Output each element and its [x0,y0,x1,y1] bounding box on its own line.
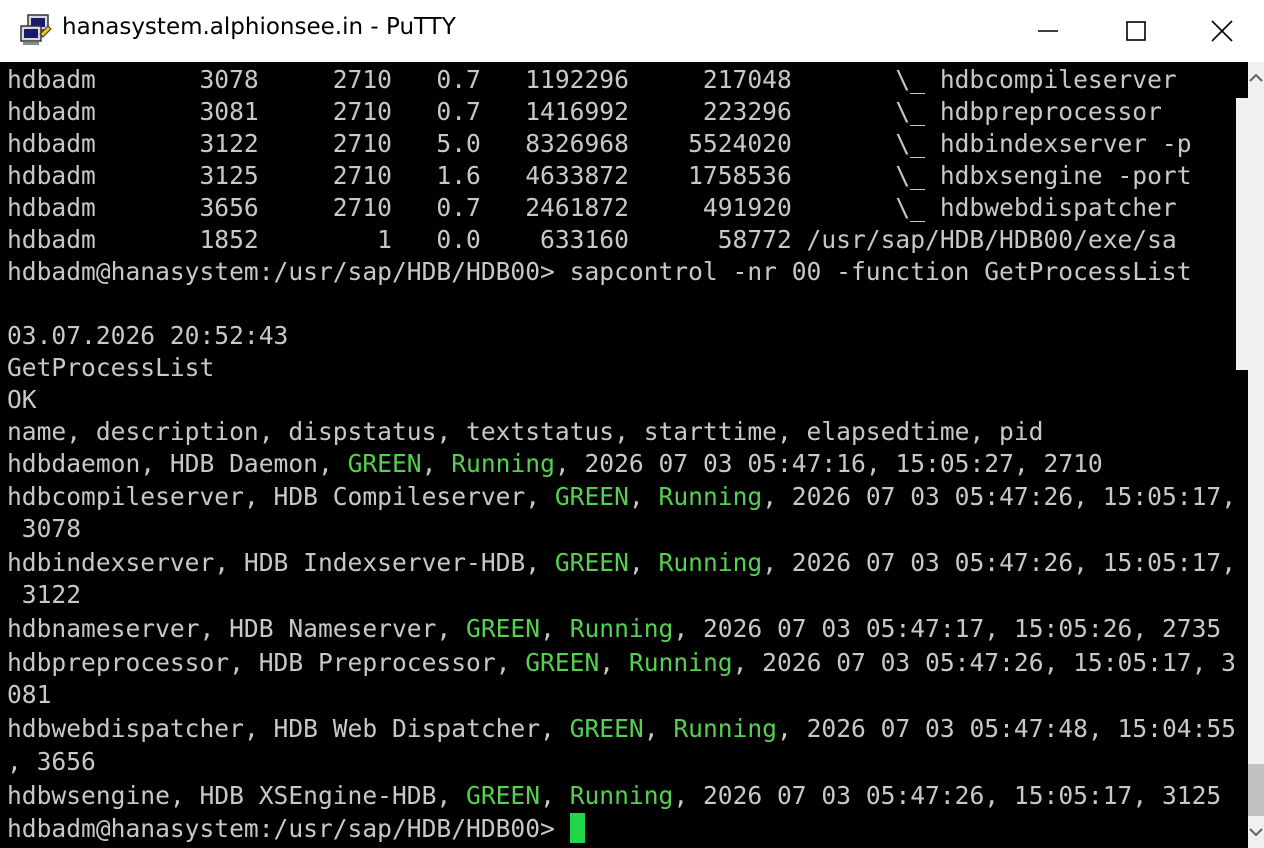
title-bar[interactable]: hanasystem.alphionsee.in - PuTTY [0,0,1264,62]
minimize-button[interactable] [1004,0,1092,62]
process-times: , 2026 07 03 05:47:16, 15:05:27, 2710 [554,449,1103,478]
minimize-icon [1038,30,1058,32]
putty-icon[interactable] [18,12,54,48]
separator: , [540,614,570,643]
dispstatus: GREEN [525,648,600,677]
terminal-line: hdbadm 1852 1 0.0 633160 58772 /usr/sap/… [7,225,1177,254]
process-info: hdbpreprocessor, HDB Preprocessor, [7,648,526,677]
process-row-wrap: 081 [7,680,52,709]
textstatus: Running [451,449,555,478]
scroll-up-button[interactable] [1248,66,1264,90]
process-row-wrap: 3122 [7,580,82,609]
dispstatus: GREEN [347,449,422,478]
process-info: hdbnameserver, HDB Nameserver, [7,614,467,643]
terminal-line: hdbadm 3656 2710 0.7 2461872 491920 \_ h… [7,193,1177,222]
separator: , [628,548,659,577]
dispstatus: GREEN [569,714,644,743]
text-cursor [569,813,585,843]
shell-prompt: hdbadm@hanasystem:/usr/sap/HDB/HDB00> [7,814,570,843]
terminal-line: hdbadm 3078 2710 0.7 1192296 217048 \_ h… [7,65,1177,94]
terminal-area[interactable]: hdbadm 3078 2710 0.7 1192296 217048 \_ h… [0,62,1248,848]
process-info: hdbdaemon, HDB Daemon, [7,449,348,478]
process-info: hdbcompileserver, HDB Compileserver, [7,482,555,511]
process-row: hdbcompileserver, HDB Compileserver, GRE… [7,481,1236,513]
process-times: , 2026 07 03 05:47:26, 15:05:17, 3 [732,648,1236,677]
timestamp-line: 03.07.2026 20:52:43 [7,321,289,350]
separator: , [421,449,452,478]
close-icon [1211,20,1233,42]
dispstatus: GREEN [554,482,629,511]
textstatus: Running [658,482,763,511]
scrollbar-track-upper[interactable] [1236,98,1264,370]
process-row: hdbwebdispatcher, HDB Web Dispatcher, GR… [7,713,1236,745]
textstatus: Running [673,714,777,743]
maximize-icon [1126,21,1146,41]
process-row: hdbwsengine, HDB XSEngine-HDB, GREEN, Ru… [7,780,1221,812]
process-times: , 2026 07 03 05:47:26, 15:05:17, [762,482,1237,511]
dispstatus: GREEN [466,614,541,643]
process-row: hdbindexserver, HDB Indexserver-HDB, GRE… [7,547,1236,579]
window-title: hanasystem.alphionsee.in - PuTTY [62,14,456,40]
process-row-wrap: 3078 [7,514,82,543]
textstatus: Running [569,614,674,643]
dispstatus: GREEN [554,548,629,577]
textstatus: Running [658,548,763,577]
command-line: hdbadm@hanasystem:/usr/sap/HDB/HDB00> sa… [7,257,1192,286]
close-button[interactable] [1178,0,1264,62]
header-line: name, description, dispstatus, textstatu… [7,417,1044,446]
process-times: , 2026 07 03 05:47:26, 15:05:17, [762,548,1237,577]
process-info: hdbwsengine, HDB XSEngine-HDB, [7,781,467,810]
result-line: OK [7,385,37,414]
process-times: , 2026 07 03 05:47:26, 15:05:17, 3125 [673,781,1222,810]
separator: , [628,482,659,511]
separator: , [599,648,629,677]
scrollbar-thumb[interactable] [1248,764,1264,816]
dispstatus: GREEN [466,781,541,810]
process-times: , 2026 07 03 05:47:48, 15:04:55 [776,714,1236,743]
textstatus: Running [628,648,733,677]
terminal-line: hdbadm 3125 2710 1.6 4633872 1758536 \_ … [7,161,1192,190]
separator: , [540,781,570,810]
process-row-wrap: , 3656 [7,747,96,776]
process-times: , 2026 07 03 05:47:17, 15:05:26, 2735 [673,614,1222,643]
chevron-up-icon [1249,73,1263,82]
process-info: hdbwebdispatcher, HDB Web Dispatcher, [7,714,570,743]
putty-window: hanasystem.alphionsee.in - PuTTY hdbadm … [0,0,1264,848]
terminal-line: hdbadm 3081 2710 0.7 1416992 223296 \_ h… [7,97,1162,126]
chevron-down-icon [1249,828,1263,837]
process-row: hdbdaemon, HDB Daemon, GREEN, Running, 2… [7,448,1103,480]
maximize-button[interactable] [1092,0,1180,62]
function-name-line: GetProcessList [7,353,215,382]
textstatus: Running [569,781,674,810]
terminal-line: hdbadm 3122 2710 5.0 8326968 5524020 \_ … [7,129,1192,158]
separator: , [643,714,674,743]
scroll-down-button[interactable] [1248,820,1264,844]
prompt-line[interactable]: hdbadm@hanasystem:/usr/sap/HDB/HDB00> [7,813,585,845]
process-row: hdbpreprocessor, HDB Preprocessor, GREEN… [7,647,1236,679]
process-row: hdbnameserver, HDB Nameserver, GREEN, Ru… [7,613,1221,645]
process-info: hdbindexserver, HDB Indexserver-HDB, [7,548,555,577]
